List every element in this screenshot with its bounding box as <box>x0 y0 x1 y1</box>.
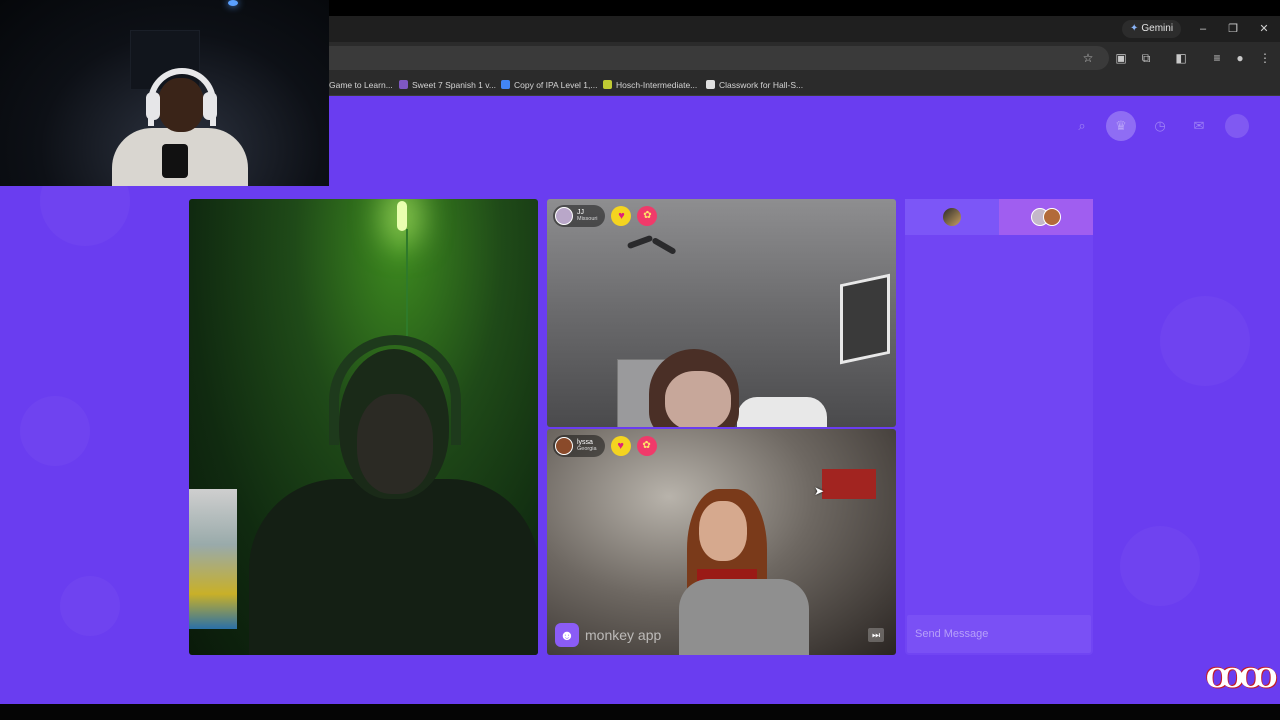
background-decoration <box>20 396 90 466</box>
video-scene <box>679 579 809 655</box>
video-scene <box>737 397 827 427</box>
user-location: Georgia <box>577 446 597 452</box>
background-decoration <box>1120 526 1200 606</box>
gift-icon[interactable]: ✿ <box>637 206 658 226</box>
bookmark-label: Hosch-Intermediate... <box>616 80 698 90</box>
chat-tab-user-1[interactable] <box>905 199 999 235</box>
bookmark-label: Copy of IPA Level 1,... <box>514 80 598 90</box>
video-scene <box>249 479 538 655</box>
sidepanel-icon[interactable]: ◧ <box>1173 50 1189 66</box>
docs-icon <box>501 80 510 89</box>
avatar <box>943 208 961 226</box>
address-bar[interactable] <box>329 46 1109 70</box>
user-info: lyssa Georgia <box>577 439 597 453</box>
webcam-scene <box>228 0 238 6</box>
bookmark-item[interactable]: Classwork for Hall-S... <box>706 77 803 93</box>
remote-user-1-badges: JJ Missouri ♥ ✿ <box>553 205 658 227</box>
bookmarks-bar: Game to Learn... Sweet 7 Spanish 1 v... … <box>329 74 1280 96</box>
video-scene <box>626 229 677 259</box>
bookmark-favicon-icon <box>399 80 408 89</box>
profile-icon[interactable]: ● <box>1232 50 1248 66</box>
bookmark-label: Classwork for Hall-S... <box>719 80 804 90</box>
bookmark-item[interactable]: Sweet 7 Spanish 1 v... <box>399 77 496 93</box>
chat-panel <box>905 199 1093 655</box>
remote-video-tile-1 <box>547 199 896 427</box>
browser-titlebar: ✦ Gemini – ❐ ✕ <box>329 16 1280 42</box>
minimize-icon[interactable]: – <box>1193 20 1213 38</box>
screen: ✦ Gemini – ❐ ✕ ☆ ▣ ⧉ ◧ ≡ ● ⋮ Game to Lear… <box>0 0 1280 720</box>
bookmark-label: Game to Learn... <box>329 80 393 90</box>
video-scene <box>840 273 890 365</box>
self-video-tile <box>189 199 538 655</box>
bookmark-item[interactable]: Copy of IPA Level 1,... <box>501 77 597 93</box>
webcam-scene <box>162 144 188 178</box>
bookmark-item[interactable]: Hosch-Intermediate... <box>603 77 697 93</box>
send-message-input[interactable] <box>907 615 1091 653</box>
video-scene <box>406 229 408 339</box>
remote-user-2-badges: lyssa Georgia ♥ ✿ <box>553 435 657 457</box>
bookmark-star-icon[interactable]: ☆ <box>1080 50 1096 66</box>
close-icon[interactable]: ✕ <box>1254 20 1274 38</box>
media-icon[interactable]: ▣ <box>1113 50 1129 66</box>
chat-icon[interactable]: ✉ <box>1187 114 1211 138</box>
video-scene <box>699 501 747 561</box>
avatar <box>555 207 573 225</box>
background-decoration <box>1160 296 1250 386</box>
history-icon[interactable]: ◷ <box>1148 114 1172 138</box>
video-scene <box>189 489 237 629</box>
browser-toolbar: ☆ ▣ ⧉ ◧ ≡ ● ⋮ <box>329 42 1280 74</box>
user-pill[interactable]: JJ Missouri <box>553 205 606 227</box>
user-location: Missouri <box>577 216 598 222</box>
gemini-button[interactable]: ✦ Gemini <box>1122 20 1182 38</box>
video-scene <box>822 469 876 499</box>
bottom-letterbox <box>0 704 1280 720</box>
menu-icon[interactable]: ⋮ <box>1257 50 1273 66</box>
chat-tab-user-2[interactable] <box>999 199 1093 235</box>
crown-icon[interactable]: ♛ <box>1106 111 1136 141</box>
user-name: JJ <box>577 209 584 216</box>
skip-next-icon[interactable]: ⏭ <box>868 628 884 642</box>
channel-logo: ꝎꝎ <box>1206 664 1277 694</box>
video-scene <box>665 371 731 427</box>
profile-avatar[interactable] <box>1225 114 1249 138</box>
user-info: JJ Missouri <box>577 209 597 223</box>
bookmark-label: Sweet 7 Spanish 1 v... <box>412 80 496 90</box>
webcam-scene <box>146 92 160 120</box>
user-name: lyssa <box>577 439 593 446</box>
chat-tabs <box>905 199 1093 235</box>
tab-search-icon[interactable]: ≡ <box>1209 50 1225 66</box>
avatar <box>555 437 573 455</box>
video-scene <box>397 201 407 231</box>
background-decoration <box>60 576 120 636</box>
video-scene <box>329 335 461 445</box>
gemini-label: Gemini <box>1141 23 1174 34</box>
monkey-logo-icon: ☻ <box>555 623 579 647</box>
gift-icon[interactable]: ✿ <box>636 436 657 456</box>
mouse-cursor-icon: ➤ <box>814 484 825 498</box>
app-watermark: ☻ monkey app <box>555 623 661 647</box>
heart-icon[interactable]: ♥ <box>611 206 632 226</box>
gemini-icon: ✦ <box>1130 23 1139 34</box>
webcam-scene <box>203 92 217 120</box>
streamer-webcam-overlay <box>0 0 329 186</box>
remote-video-tile-2 <box>547 429 896 655</box>
bookmark-item[interactable]: Game to Learn... <box>329 77 393 93</box>
heart-icon[interactable]: ♥ <box>610 436 631 456</box>
watermark-text: monkey app <box>585 627 662 643</box>
user-pill[interactable]: lyssa Georgia <box>553 435 605 457</box>
extensions-icon[interactable]: ⧉ <box>1138 50 1154 66</box>
avatar-group <box>1031 208 1061 226</box>
restore-icon[interactable]: ❐ <box>1223 20 1243 38</box>
bookmark-favicon-icon <box>603 80 612 89</box>
search-icon[interactable]: ⌕ <box>1070 114 1094 138</box>
classroom-icon <box>706 80 715 89</box>
